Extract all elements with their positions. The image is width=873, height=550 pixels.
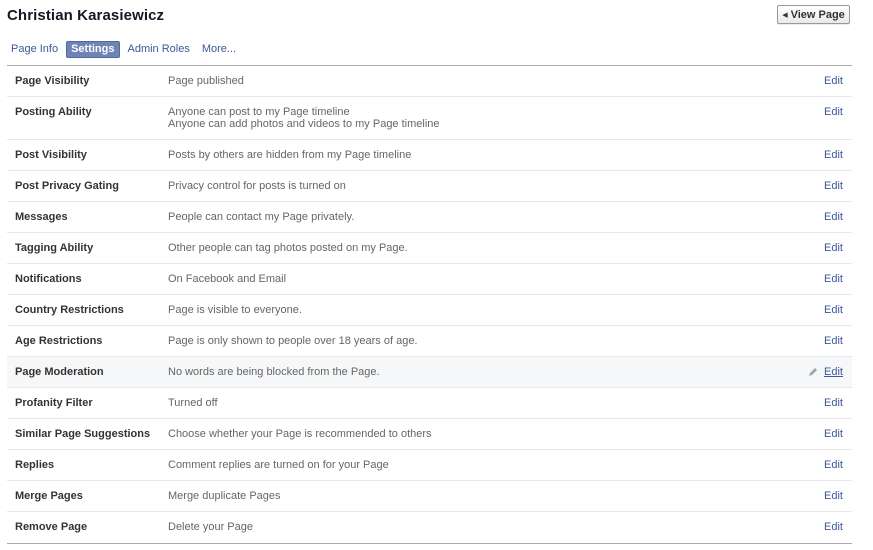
setting-row-profanity-filter[interactable]: Profanity Filter Turned off Edit [7, 388, 852, 419]
setting-row-remove-page[interactable]: Remove Page Delete your Page Edit [7, 512, 852, 543]
setting-row-age-restrictions[interactable]: Age Restrictions Page is only shown to p… [7, 326, 852, 357]
setting-value: Page is only shown to people over 18 yea… [168, 335, 418, 347]
caret-left-icon: ◀ [782, 11, 788, 19]
setting-row-posting-ability[interactable]: Posting Ability Anyone can post to my Pa… [7, 97, 852, 140]
setting-label: Similar Page Suggestions [15, 428, 151, 440]
setting-row-page-visibility[interactable]: Page Visibility Page published Edit [7, 66, 852, 97]
pencil-icon[interactable] [808, 367, 818, 377]
setting-label: Post Visibility [15, 149, 87, 161]
setting-value: Anyone can post to my Page timeline Anyo… [168, 106, 440, 130]
setting-row-merge-pages[interactable]: Merge Pages Merge duplicate Pages Edit [7, 481, 852, 512]
edit-link[interactable]: Edit [824, 335, 843, 347]
edit-link[interactable]: Edit [824, 459, 843, 471]
setting-label: Messages [15, 211, 68, 223]
view-page-button[interactable]: ◀ View Page [777, 5, 850, 24]
setting-row-replies[interactable]: Replies Comment replies are turned on fo… [7, 450, 852, 481]
setting-row-tagging-ability[interactable]: Tagging Ability Other people can tag pho… [7, 233, 852, 264]
edit-link[interactable]: Edit [824, 149, 843, 161]
edit-link[interactable]: Edit [824, 273, 843, 285]
setting-row-country-restrictions[interactable]: Country Restrictions Page is visible to … [7, 295, 852, 326]
settings-list: Page Visibility Page published Edit Post… [7, 65, 852, 544]
setting-row-messages[interactable]: Messages People can contact my Page priv… [7, 202, 852, 233]
setting-label: Replies [15, 459, 55, 471]
edit-link[interactable]: Edit [824, 490, 843, 502]
edit-link[interactable]: Edit [824, 75, 843, 87]
setting-row-notifications[interactable]: Notifications On Facebook and Email Edit [7, 264, 852, 295]
setting-label: Page Visibility [15, 75, 90, 87]
setting-value: Comment replies are turned on for your P… [168, 459, 389, 471]
setting-label: Remove Page [15, 521, 88, 533]
setting-value: Choose whether your Page is recommended … [168, 428, 432, 440]
setting-label: Age Restrictions [15, 335, 103, 347]
setting-label: Notifications [15, 273, 82, 285]
tab-admin-roles[interactable]: Admin Roles [124, 41, 194, 58]
setting-value: No words are being blocked from the Page… [168, 366, 380, 378]
page-title: Christian Karasiewicz [7, 7, 165, 24]
tab-settings[interactable]: Settings [66, 40, 120, 58]
edit-link[interactable]: Edit [824, 180, 843, 192]
setting-value: Privacy control for posts is turned on [168, 180, 346, 192]
tab-page-info[interactable]: Page Info [7, 41, 62, 58]
setting-label: Profanity Filter [15, 397, 93, 409]
setting-label: Page Moderation [15, 366, 104, 378]
setting-value: Page published [168, 75, 244, 87]
edit-link[interactable]: Edit [824, 211, 843, 223]
setting-value: Other people can tag photos posted on my… [168, 242, 408, 254]
setting-row-post-visibility[interactable]: Post Visibility Posts by others are hidd… [7, 140, 852, 171]
setting-value: Delete your Page [168, 521, 253, 533]
setting-value: Turned off [168, 397, 218, 409]
setting-value: People can contact my Page privately. [168, 211, 355, 223]
setting-label: Posting Ability [15, 106, 92, 118]
edit-link[interactable]: Edit [824, 304, 843, 316]
page-tabs: Page Info Settings Admin Roles More... [7, 40, 244, 58]
setting-value: Page is visible to everyone. [168, 304, 302, 316]
setting-row-similar-page-suggestions[interactable]: Similar Page Suggestions Choose whether … [7, 419, 852, 450]
tab-more[interactable]: More... [198, 41, 240, 58]
setting-label: Post Privacy Gating [15, 180, 119, 192]
edit-link[interactable]: Edit [824, 521, 843, 533]
setting-label: Tagging Ability [15, 242, 94, 254]
edit-link[interactable]: Edit [824, 242, 843, 254]
setting-label: Merge Pages [15, 490, 83, 502]
setting-row-post-privacy-gating[interactable]: Post Privacy Gating Privacy control for … [7, 171, 852, 202]
edit-link[interactable]: Edit [824, 397, 843, 409]
edit-link[interactable]: Edit [824, 106, 843, 118]
view-page-label: View Page [790, 8, 845, 21]
setting-label: Country Restrictions [15, 304, 124, 316]
setting-value: Merge duplicate Pages [168, 490, 281, 502]
setting-row-page-moderation[interactable]: Page Moderation No words are being block… [7, 357, 852, 388]
edit-link[interactable]: Edit [824, 366, 843, 378]
setting-value: On Facebook and Email [168, 273, 287, 285]
edit-link[interactable]: Edit [824, 428, 843, 440]
setting-value: Posts by others are hidden from my Page … [168, 149, 412, 161]
